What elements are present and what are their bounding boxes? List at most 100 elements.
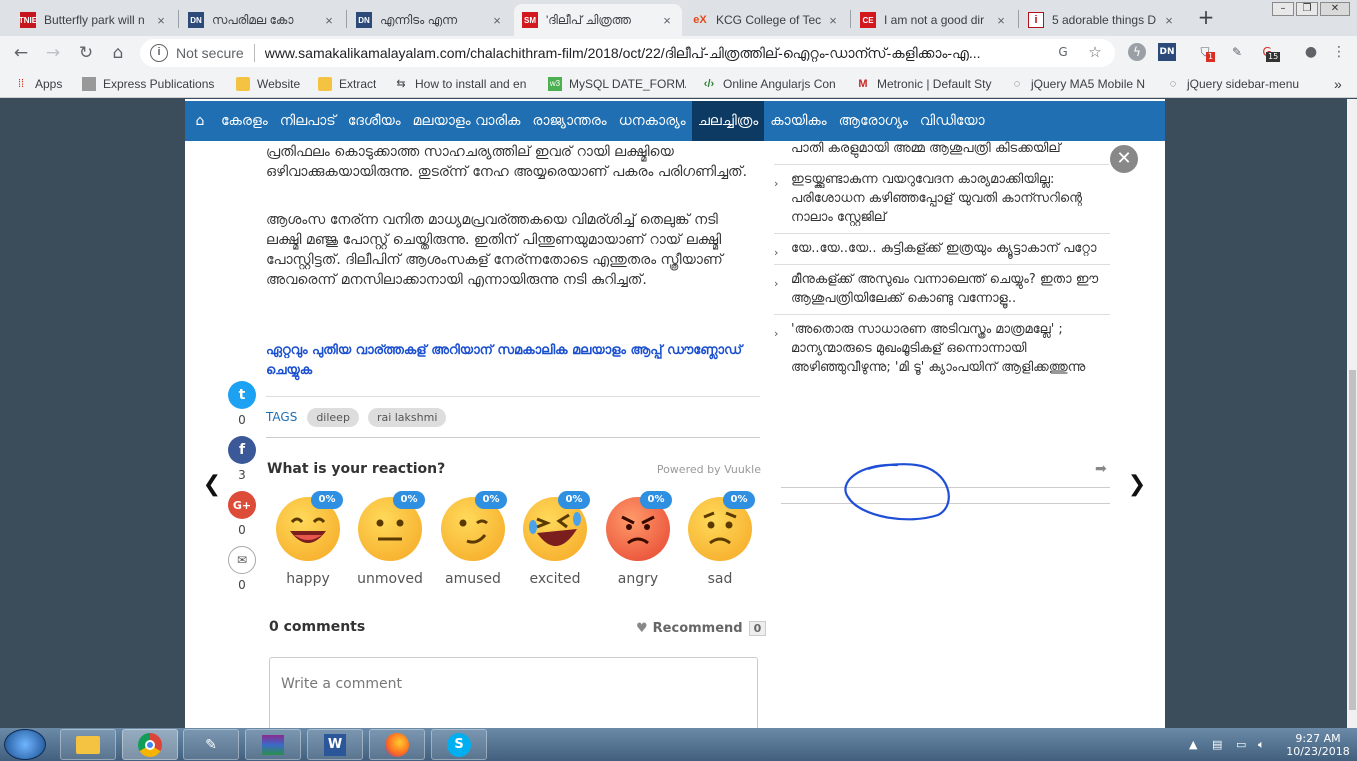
- twitter-icon[interactable]: t: [228, 381, 256, 409]
- prev-article-button[interactable]: ❮: [200, 462, 224, 510]
- next-article-button[interactable]: ❯: [1125, 462, 1149, 510]
- metronic-icon: M: [858, 78, 868, 90]
- tab-5[interactable]: eX KCG College of Tec ×: [684, 4, 848, 36]
- google-plus-icon[interactable]: G+: [228, 491, 256, 519]
- close-overlay-button[interactable]: ✕: [1108, 143, 1140, 175]
- close-icon[interactable]: ×: [154, 13, 168, 28]
- bookmark-star-icon[interactable]: ☆: [1086, 43, 1104, 61]
- facebook-icon[interactable]: f: [228, 436, 256, 464]
- system-clock[interactable]: 9:27 AM 10/23/2018: [1283, 732, 1353, 758]
- tab-2[interactable]: DN സപരിമല കോ ×: [180, 4, 344, 36]
- tab-4-active[interactable]: SM 'ദിലീപ് ചിത്രത്ത ×: [514, 4, 682, 36]
- reload-icon[interactable]: ↻: [75, 42, 97, 64]
- w3-icon: w3: [548, 77, 562, 91]
- scrollbar-thumb[interactable]: [1349, 370, 1356, 710]
- nav-item-malayalam-weekly[interactable]: മലയാളം വാരിക: [407, 101, 527, 141]
- tag-rai-lakshmi[interactable]: rai lakshmi: [367, 407, 447, 427]
- nav-item-health[interactable]: ആരോഗ്യം: [833, 101, 914, 141]
- email-icon[interactable]: ✉: [228, 546, 256, 574]
- close-icon[interactable]: ×: [1162, 13, 1176, 28]
- display-icon[interactable]: ▭: [1236, 738, 1246, 751]
- profile-icon[interactable]: ●: [1302, 43, 1320, 61]
- bookmark-metronic[interactable]: M Metronic | Default Sty: [856, 76, 994, 92]
- word-icon[interactable]: W: [307, 729, 363, 760]
- chrome-icon[interactable]: [122, 729, 178, 760]
- menu-kebab-icon[interactable]: ⋮: [1330, 43, 1348, 61]
- reaction-label[interactable]: sad: [680, 571, 760, 587]
- list-item[interactable]: › 'അതൊരു സാധാരണ അടിവസ്ത്രം മാത്രമല്ലേ' ; …: [774, 315, 1110, 383]
- powered-by-label[interactable]: Powered by Vuukle: [600, 463, 761, 476]
- comment-input[interactable]: Write a comment: [269, 657, 758, 728]
- app-download-link[interactable]: ഏറ്റവും പുതിയ വാര്ത്തകള് അറിയാന് സമകാലിക…: [266, 341, 756, 381]
- bookmark-angularjs[interactable]: ‹/› Online Angularjs Con: [702, 76, 840, 92]
- new-tab-button[interactable]: +: [1194, 6, 1218, 30]
- nav-item-film[interactable]: ചലച്ചിത്രം: [691, 101, 765, 141]
- reaction-label[interactable]: excited: [515, 571, 595, 587]
- nav-item-national[interactable]: ദേശീയം: [342, 101, 407, 141]
- network-warning-icon[interactable]: ▤: [1212, 738, 1222, 751]
- close-icon[interactable]: ×: [994, 13, 1008, 28]
- back-arrow-icon[interactable]: ←: [10, 42, 32, 64]
- nav-item-sports[interactable]: കായികം: [764, 101, 832, 141]
- dn-extension-icon[interactable]: DN: [1158, 43, 1176, 61]
- close-icon[interactable]: ×: [826, 13, 840, 28]
- list-item-text: പാതി കരളുമായി അമ്മ ആശുപത്രി കിടക്കയില്: [791, 141, 1061, 156]
- restore-button[interactable]: ❐: [1296, 2, 1318, 16]
- bookmark-label: Online Angularjs Con: [723, 77, 836, 91]
- list-item[interactable]: › ഇടയ്ക്കുണ്ടാകുന്ന വയറുവേദന കാര്യമാക്കിയ…: [774, 165, 1110, 234]
- file-explorer-icon[interactable]: [60, 729, 116, 760]
- close-icon[interactable]: ×: [660, 13, 674, 28]
- skype-icon[interactable]: S: [431, 729, 487, 760]
- address-bar[interactable]: i Not secure www.samakalikamalayalam.com…: [140, 39, 1115, 67]
- extension-bolt-icon[interactable]: ϟ: [1128, 43, 1146, 61]
- nav-item-nilapadu[interactable]: നിലപാട്: [274, 101, 342, 141]
- winrar-icon[interactable]: [245, 729, 301, 760]
- recommend-button[interactable]: ♥ Recommend 0: [636, 621, 767, 636]
- arrow-right-icon[interactable]: ➡: [1095, 461, 1107, 477]
- url-text[interactable]: www.samakalikamalayalam.com/chalachithra…: [265, 45, 1055, 62]
- bookmark-jquery-sidebar[interactable]: ◌ jQuery sidebar-menu: [1166, 76, 1302, 92]
- bookmark-jquery-ma5[interactable]: ◌ jQuery MA5 Mobile N: [1010, 76, 1150, 92]
- bookmark-extract[interactable]: Extract: [318, 76, 376, 92]
- tray-arrow-icon[interactable]: ▲: [1189, 738, 1197, 751]
- reaction-label[interactable]: angry: [598, 571, 678, 587]
- home-nav-icon[interactable]: ⌂: [185, 101, 215, 141]
- bookmark-express[interactable]: Express Publications (: [82, 76, 214, 92]
- info-icon[interactable]: i: [150, 44, 168, 62]
- tab-separator: [1018, 10, 1019, 28]
- minimize-button[interactable]: –: [1272, 2, 1294, 16]
- translate-icon[interactable]: G: [1054, 43, 1072, 61]
- extension-shield-icon[interactable]: ⛉ 1: [1196, 43, 1216, 62]
- reaction-label[interactable]: amused: [433, 571, 513, 587]
- tab-1[interactable]: TNIE Butterfly park will n ×: [12, 4, 176, 36]
- bookmark-how-to-install[interactable]: ⇆ How to install and en: [394, 76, 534, 92]
- extension-g-icon[interactable]: G15: [1258, 43, 1281, 62]
- close-icon[interactable]: ×: [322, 13, 336, 28]
- window-close-button[interactable]: ✕: [1320, 2, 1350, 16]
- bookmark-apps[interactable]: ⁞⁞ Apps: [14, 76, 62, 92]
- nav-item-kerala[interactable]: കേരളം: [215, 101, 274, 141]
- bookmark-mysql[interactable]: w3 MySQL DATE_FORMA: [548, 76, 686, 92]
- bookmarks-overflow-button[interactable]: »: [1334, 76, 1342, 92]
- tab-3[interactable]: DN എന്നിടം എന്ന ×: [348, 4, 512, 36]
- reaction-label[interactable]: unmoved: [350, 571, 430, 587]
- nav-item-finance[interactable]: ധനകാര്യം: [613, 101, 692, 141]
- tab-7[interactable]: i 5 adorable things D ×: [1020, 4, 1184, 36]
- nav-item-international[interactable]: രാജ്യാന്തരം: [526, 101, 612, 141]
- notepad-plus-icon[interactable]: ✎: [183, 729, 239, 760]
- home-icon[interactable]: ⌂: [107, 42, 129, 64]
- bookmark-website[interactable]: Website: [236, 76, 300, 92]
- tab-6[interactable]: CE I am not a good dir ×: [852, 4, 1016, 36]
- extension-tool-icon[interactable]: ✎: [1228, 43, 1246, 61]
- reaction-label[interactable]: happy: [268, 571, 348, 587]
- windows-start-icon[interactable]: [4, 729, 46, 760]
- tag-dileep[interactable]: dileep: [307, 407, 359, 427]
- list-item[interactable]: › മീനുകള്ക്ക് അസുഖം വന്നാലെന്ത് ചെയ്യും? …: [774, 265, 1110, 315]
- list-item[interactable]: പാതി കരളുമായി അമ്മ ആശുപത്രി കിടക്കയില്: [774, 139, 1110, 165]
- close-icon[interactable]: ×: [490, 13, 504, 28]
- volume-icon[interactable]: 🔈︎: [1258, 738, 1265, 752]
- forward-arrow-icon[interactable]: →: [42, 42, 64, 64]
- nav-item-video[interactable]: വിഡിയോ: [914, 101, 991, 141]
- firefox-icon[interactable]: [369, 729, 425, 760]
- list-item[interactable]: › യേ..യേ..യേ.. കുട്ടികള്ക്ക് ഇത്രയും ക്യൂ…: [774, 234, 1110, 265]
